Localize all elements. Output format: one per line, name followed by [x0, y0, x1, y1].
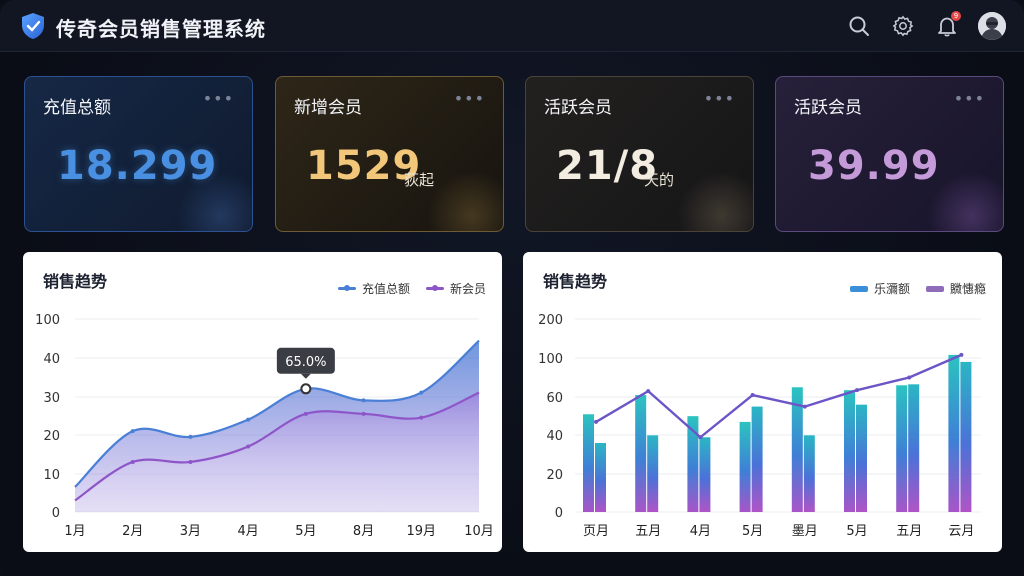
card-title: 充值总额 — [43, 98, 111, 118]
stat-card-active-members-2[interactable]: 活跃会员 ••• 39.99 — [775, 76, 1004, 232]
stat-card-new-members[interactable]: 新增会员 ••• 1529 荻起 — [275, 76, 504, 232]
data-point — [361, 398, 366, 403]
card-value: 39.99 — [808, 143, 940, 189]
y-tick-label: 200 — [538, 313, 563, 328]
data-point — [188, 434, 193, 439]
more-icon[interactable]: ••• — [954, 89, 985, 108]
x-tick-label: 3月 — [180, 524, 201, 539]
data-point — [246, 417, 251, 422]
data-point — [361, 411, 366, 416]
trend-point — [698, 435, 703, 440]
bar — [960, 361, 972, 512]
data-point — [130, 459, 135, 464]
y-tick-label: 40 — [43, 352, 60, 367]
bar — [699, 437, 711, 512]
x-tick-label: 19月 — [407, 524, 437, 539]
data-point — [419, 415, 424, 420]
bar — [844, 390, 855, 512]
card-value: 21/8 — [556, 143, 659, 189]
x-tick-label: 2月 — [122, 524, 143, 539]
app-title: 传奇会员销售管理系统 — [56, 17, 266, 41]
x-tick-label: 5月 — [742, 524, 763, 539]
trend-point — [959, 352, 964, 357]
trend-point — [750, 393, 755, 398]
shield-icon — [22, 13, 44, 39]
card-unit: 天的 — [644, 171, 675, 189]
x-tick-label: 4月 — [690, 524, 711, 539]
y-tick-label: 10 — [43, 468, 60, 483]
bell-icon[interactable]: 9 — [934, 11, 961, 39]
gear-icon[interactable] — [890, 13, 916, 39]
trend-point — [646, 389, 651, 394]
highlight-point — [300, 383, 312, 395]
card-title: 活跃会员 — [794, 98, 862, 118]
card-title: 新增会员 — [294, 98, 362, 118]
data-point — [130, 429, 135, 434]
x-tick-label: 5月 — [295, 524, 316, 539]
y-tick-label: 20 — [43, 429, 60, 444]
y-tick-label: 60 — [546, 391, 563, 406]
tooltip-label: 65.0% — [285, 355, 326, 370]
bar — [896, 385, 908, 512]
app-window: 传奇会员销售管理系统 9 充值总额 ••• 18.299 新增会员 ••• 15… — [0, 0, 1024, 576]
data-point — [246, 444, 251, 449]
x-tick-label: 五月 — [635, 524, 661, 539]
more-icon[interactable]: ••• — [704, 89, 735, 108]
trend-point — [855, 388, 859, 393]
x-tick-label: 页月 — [583, 524, 609, 539]
bar — [856, 404, 867, 512]
top-bar: 传奇会员销售管理系统 9 — [0, 0, 1024, 52]
bar — [803, 435, 815, 512]
x-tick-label: 云月 — [948, 524, 974, 539]
card-title: 活跃会员 — [544, 98, 612, 118]
bar — [635, 395, 647, 512]
x-tick-label: 5月 — [846, 524, 867, 539]
sales-trend-area-panel: 销售趋势 充值总额 新会员 0 10 20 30 40 100 1月 2月 3月 4月 5月 8月 19… — [23, 252, 502, 552]
y-tick-label: 20 — [546, 468, 563, 483]
x-tick-label: 8月 — [353, 524, 374, 539]
bar — [647, 435, 659, 512]
more-icon[interactable]: ••• — [203, 89, 234, 108]
bar — [595, 443, 606, 512]
area-chart: 0 10 20 30 40 100 1月 2月 3月 4月 5月 8月 19月 10月 65.0% — [35, 313, 494, 539]
avatar[interactable] — [978, 12, 1006, 40]
x-tick-label: 10月 — [464, 524, 494, 539]
tooltip-arrow — [300, 373, 311, 379]
y-tick-label: 0 — [555, 506, 563, 521]
y-tick-label: 0 — [52, 506, 60, 521]
more-icon[interactable]: ••• — [454, 89, 485, 108]
card-unit: 荻起 — [404, 171, 435, 189]
data-point — [188, 459, 193, 464]
y-tick-label: 40 — [546, 429, 563, 444]
card-glow — [427, 171, 503, 231]
bar — [908, 384, 920, 512]
bar — [948, 354, 960, 512]
bar — [739, 421, 751, 512]
trend-point — [802, 404, 807, 409]
stat-card-active-members[interactable]: 活跃会员 ••• 21/8 天的 — [525, 76, 754, 232]
notification-badge: 9 — [951, 11, 961, 21]
stat-card-recharge-total[interactable]: 充值总额 ••• 18.299 — [24, 76, 253, 232]
x-tick-label: 4月 — [238, 524, 259, 539]
y-tick-label: 100 — [538, 352, 563, 367]
search-icon[interactable] — [846, 13, 872, 39]
data-point — [419, 390, 424, 395]
card-glow — [677, 171, 753, 231]
trend-point — [594, 419, 598, 424]
trend-point — [907, 375, 912, 380]
x-tick-label: 五月 — [896, 524, 922, 539]
bar — [751, 406, 763, 512]
y-tick-label: 100 — [35, 313, 60, 328]
x-tick-label: 墨月 — [792, 524, 818, 539]
data-point — [303, 411, 308, 416]
bar-chart: 0 20 40 60 100 200 页月 五月 4月 5月 墨月 5月 五月 云月 — [538, 313, 981, 539]
x-tick-label: 1月 — [64, 524, 85, 539]
bar — [583, 414, 594, 512]
y-tick-label: 30 — [43, 391, 60, 406]
sales-trend-bar-panel: 销售趋势 乐瀰额 覹憓瘾 0 20 40 60 100 200 页月 五月 4月 5月 墨月 5月 五月… — [523, 252, 1002, 552]
